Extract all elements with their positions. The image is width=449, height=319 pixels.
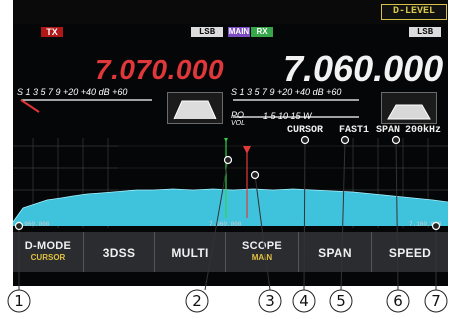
- callout-3-label: 3: [265, 292, 275, 310]
- callout-overlay: 1 2 3 4 5 6 7: [7, 135, 448, 313]
- callout-7-label: 7: [431, 292, 441, 310]
- callout-1-label: 1: [14, 292, 24, 310]
- callout-4-label: 4: [299, 292, 309, 310]
- callout-5-label: 5: [336, 292, 346, 310]
- callout-6-label: 6: [393, 292, 403, 310]
- callout-2-label: 2: [192, 292, 202, 310]
